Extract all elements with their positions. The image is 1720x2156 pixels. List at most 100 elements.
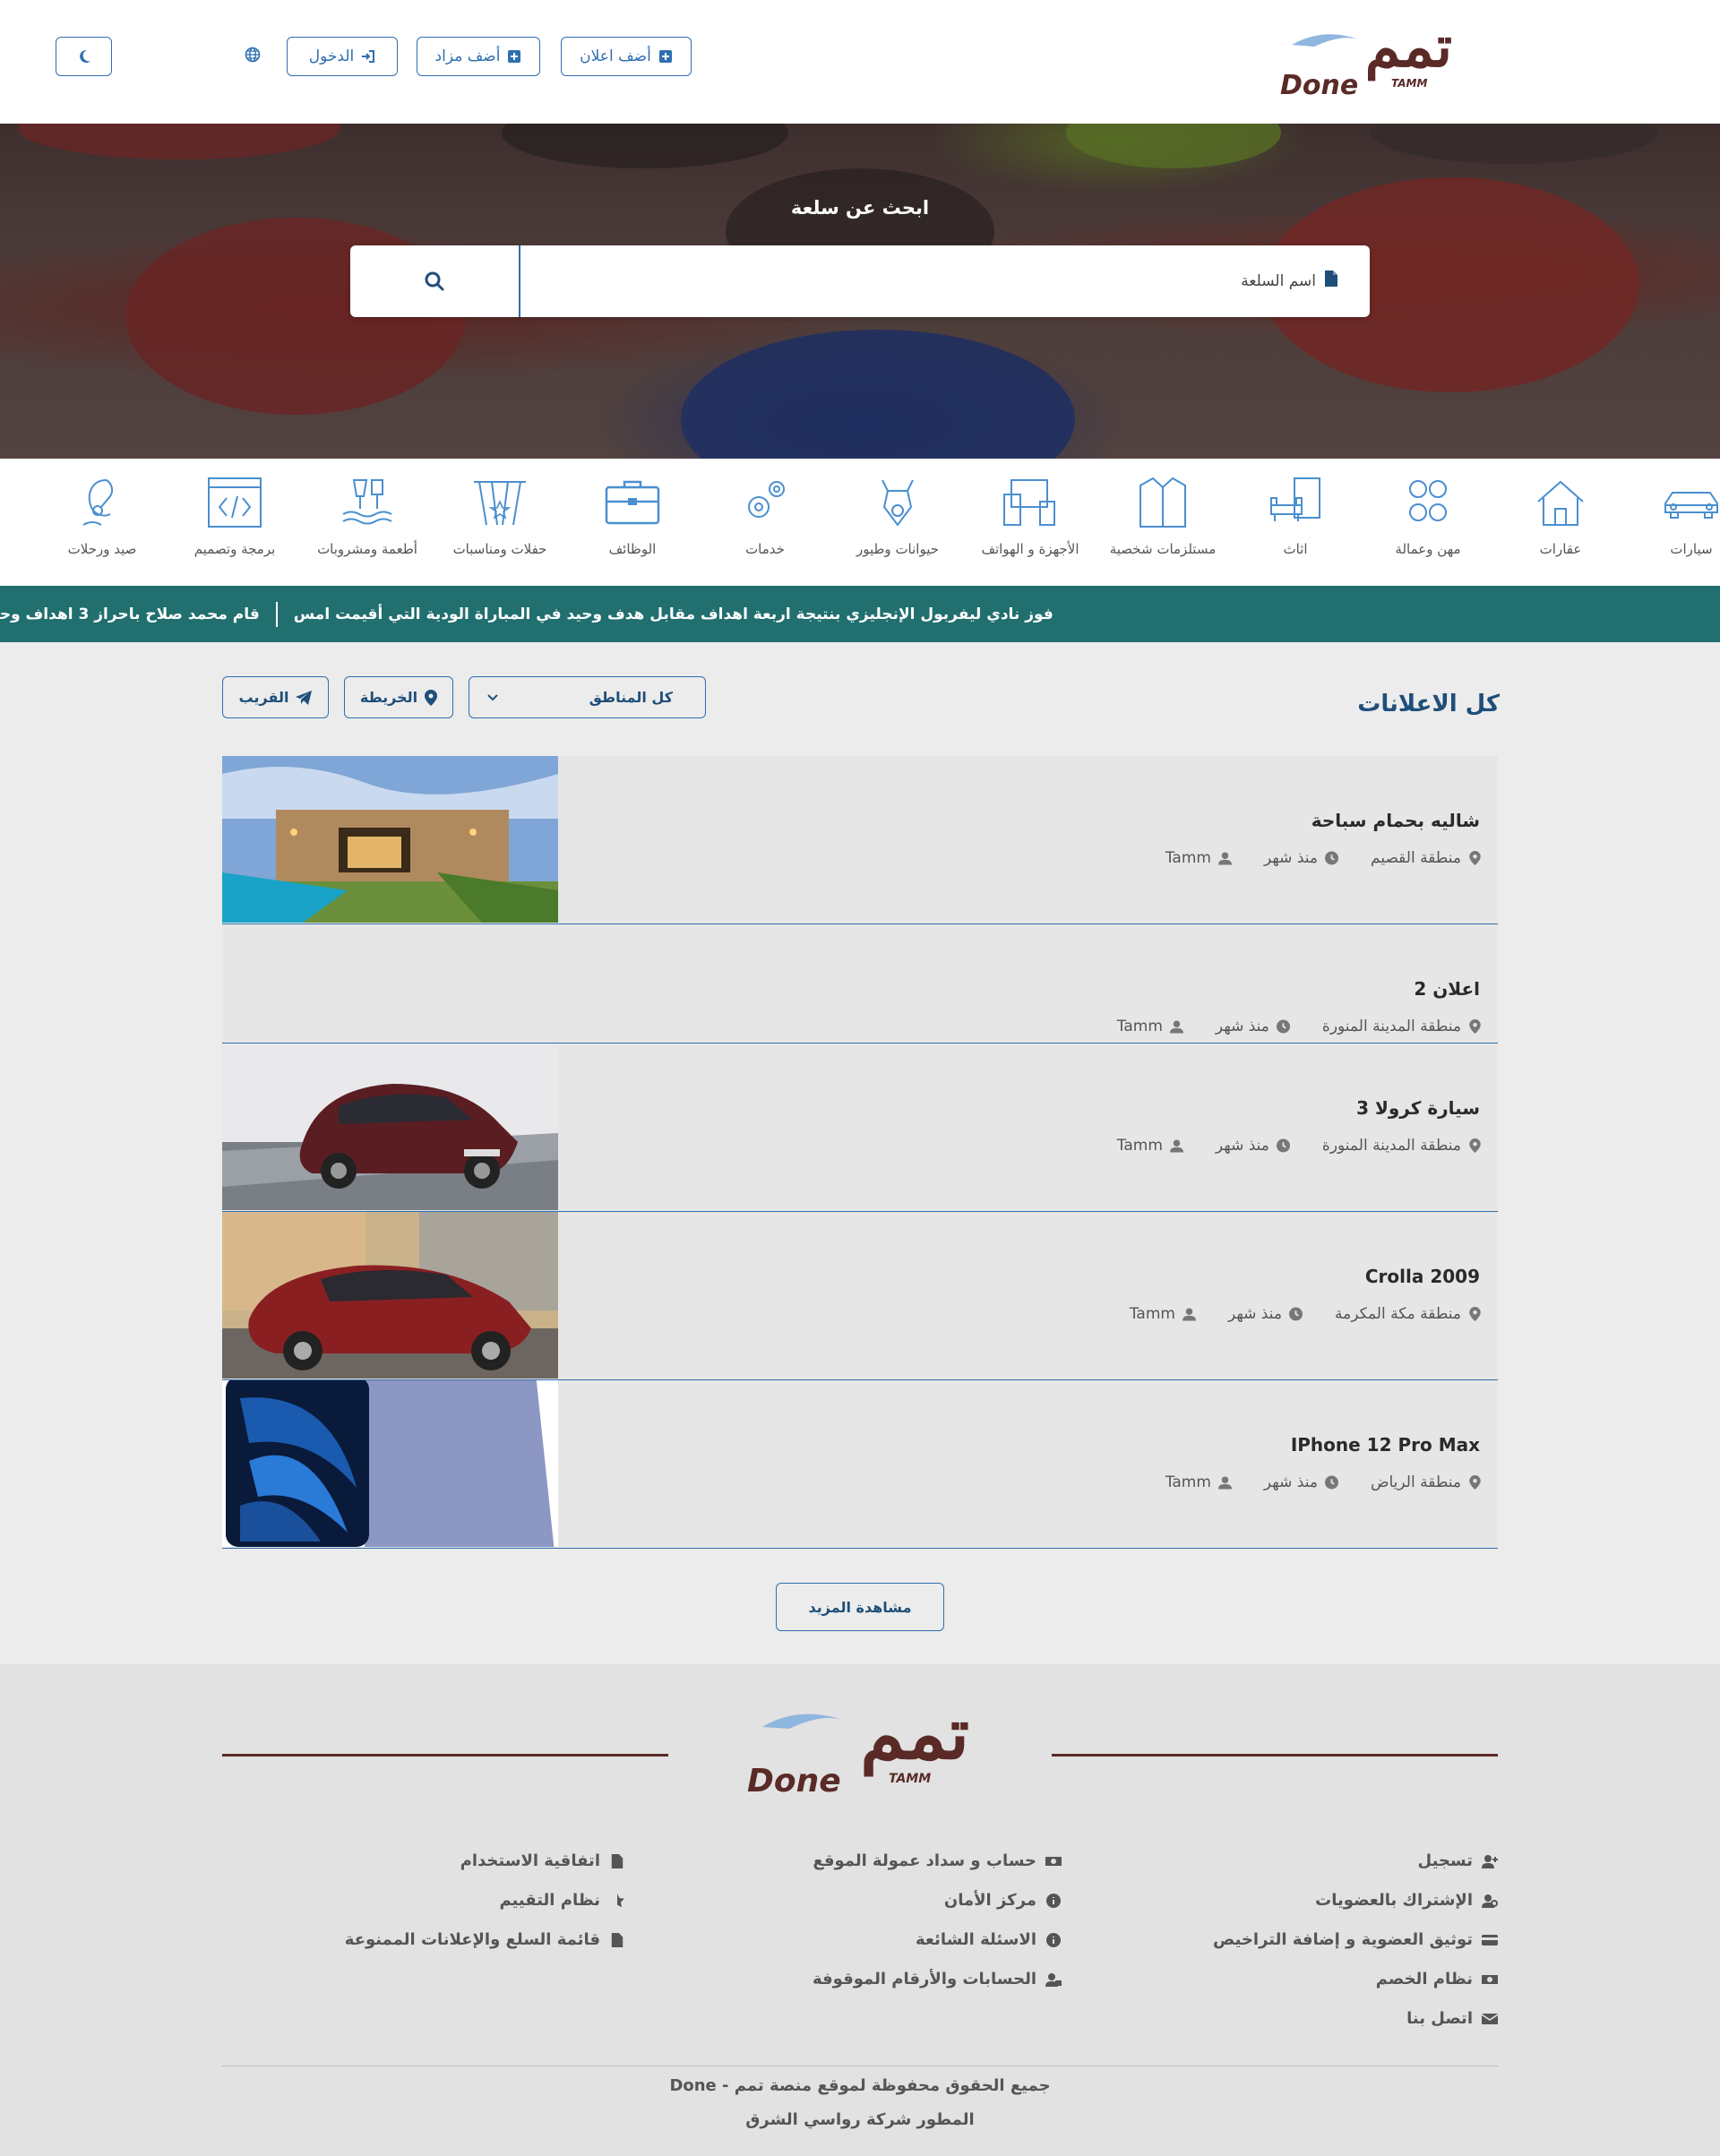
ticker-item[interactable]: فوز نادي ليفربول الإنجليزي بنتيجة اربعة … [294, 606, 1054, 623]
footer-link-label: اتفاقية الاستخدام [460, 1851, 600, 1870]
region-select-value: كل المناطق [589, 689, 673, 706]
plus-square-icon [508, 50, 521, 63]
listing-title[interactable]: اعلان 2 [1414, 978, 1480, 1000]
footer-link-safety[interactable]: مركز الأمان [944, 1891, 1062, 1910]
logo-sub: TAMM [1391, 77, 1428, 90]
listing-user: Tamm [1165, 1473, 1232, 1491]
footer-link-memberships[interactable]: الإشتراك بالعضويات [1315, 1891, 1498, 1910]
nearby-button[interactable]: القريب [222, 676, 329, 718]
footer-link-rating[interactable]: نظام التقييم [499, 1891, 625, 1910]
listing-title[interactable]: IPhone 12 Pro Max [1291, 1434, 1480, 1456]
party-icon [474, 481, 526, 526]
listing-time: منذ شهر [1264, 849, 1338, 867]
category-parties[interactable]: حفلات ومناسبات [437, 475, 563, 557]
clock-icon [1276, 1019, 1290, 1034]
footer-link-discount[interactable]: نظام الخصم [1376, 1970, 1498, 1989]
add-auction-button[interactable]: أضف مزاد [417, 37, 540, 76]
category-workers[interactable]: مهن وعمالة [1365, 475, 1491, 557]
listing-thumbnail[interactable] [222, 1044, 558, 1210]
footer-link-label: الاسئلة الشائعة [916, 1930, 1036, 1949]
region-select[interactable]: كل المناطق [469, 676, 706, 718]
footer-link-prohibited[interactable]: قائمة السلع والإعلانات الممنوعة [345, 1930, 625, 1949]
ticker-item[interactable]: قام محمد صلاح باحراز 3 اهداف وحد [0, 606, 260, 623]
shirt-icon [1140, 477, 1186, 528]
clock-icon [1324, 1475, 1338, 1490]
code-icon [208, 477, 262, 528]
listing-card[interactable]: IPhone 12 Pro Max منطقة الرياض منذ شهر T… [222, 1380, 1498, 1549]
category-devices[interactable]: الأجهزة و الهواتف [968, 475, 1093, 557]
animals-icon [882, 479, 914, 527]
listing-meta: منطقة القصيم منذ شهر Tamm [1165, 849, 1482, 867]
listing-card[interactable]: سيارة كرولا 3 منطقة المدينة المنورة منذ … [222, 1044, 1498, 1212]
category-label: مستلزمات شخصية [1109, 541, 1217, 557]
category-food[interactable]: أطعمة ومشروبات [305, 475, 430, 557]
listing-title[interactable]: شاليه بحمام سباحة [1312, 810, 1480, 831]
footer-link-commission[interactable]: حساب و سداد عمولة الموقع [813, 1851, 1062, 1870]
listing-region: منطقة القصيم [1371, 849, 1482, 867]
category-programming[interactable]: برمجة وتصميم [172, 475, 297, 557]
category-jobs[interactable]: الوظائف [570, 475, 695, 557]
footer-link-faq[interactable]: الاسئلة الشائعة [916, 1930, 1062, 1949]
listing-card[interactable]: Crolla 2009 منطقة مكة المكرمة منذ شهر Ta… [222, 1212, 1498, 1380]
site-logo[interactable]: تمم Done TAMM [1277, 16, 1465, 106]
clock-icon [1325, 851, 1338, 865]
listing-card[interactable]: اعلان 2 منطقة المدينة المنورة منذ شهر Ta… [222, 924, 1498, 1044]
category-services[interactable]: خدمات [702, 475, 828, 557]
listing-title[interactable]: Crolla 2009 [1365, 1266, 1480, 1287]
category-cars[interactable]: سيارات [1629, 475, 1720, 557]
user-plus-icon [1482, 1854, 1498, 1868]
category-real-estate[interactable]: عقارات [1498, 475, 1623, 557]
listing-region: منطقة المدينة المنورة [1322, 1018, 1482, 1035]
car-photo [222, 1212, 558, 1379]
footer-link-terms[interactable]: اتفاقية الاستخدام [460, 1851, 625, 1870]
footer-link-label: نظام الخصم [1375, 1970, 1473, 1989]
map-pin-icon [1469, 1475, 1481, 1490]
search-input[interactable] [519, 245, 1370, 317]
footer-logo[interactable]: تمم Done TAMM [745, 1695, 978, 1802]
footer-link-label: توثيق العضوية و إضافة التراخيص [1213, 1930, 1473, 1949]
listing-card[interactable]: شاليه بحمام سباحة منطقة القصيم منذ شهر T… [222, 756, 1498, 924]
footer-link-label: الحسابات والأرقام الموقوفة [812, 1970, 1036, 1989]
fishing-icon [82, 479, 114, 526]
view-more-button[interactable]: مشاهدة المزيد [776, 1583, 944, 1631]
add-ad-button[interactable]: أضف اعلان [561, 37, 692, 76]
login-button[interactable]: الدخول [287, 37, 398, 76]
devices-icon [1003, 479, 1055, 526]
listing-time: منذ شهر [1216, 1137, 1290, 1155]
listing-thumbnail[interactable] [222, 1380, 558, 1547]
dark-mode-toggle[interactable] [56, 37, 112, 76]
category-fishing[interactable]: صيد ورحلات [39, 475, 165, 557]
category-furniture[interactable]: اثاث [1233, 475, 1358, 557]
footer-link-suspended[interactable]: الحسابات والأرقام الموقوفة [813, 1970, 1062, 1989]
category-personal[interactable]: مستلزمات شخصية [1100, 475, 1226, 557]
map-button[interactable]: الخريطة [344, 676, 453, 718]
paper-plane-icon [296, 690, 313, 705]
globe-icon[interactable] [245, 47, 261, 63]
map-pin-icon [1469, 851, 1481, 865]
listing-region-text: منطقة مكة المكرمة [1334, 1305, 1461, 1323]
footer-link-verification[interactable]: توثيق العضوية و إضافة التراخيص [1213, 1930, 1498, 1949]
listing-title[interactable]: سيارة كرولا 3 [1356, 1097, 1480, 1119]
search-button[interactable] [350, 245, 519, 317]
add-ad-label: أضف اعلان [580, 47, 651, 65]
ticker-separator [275, 601, 278, 627]
star-half-icon [617, 1893, 624, 1907]
file-icon [611, 1932, 624, 1947]
user-cog-icon [1482, 1894, 1498, 1908]
listing-thumbnail[interactable] [222, 1212, 558, 1379]
listing-thumbnail[interactable] [222, 756, 558, 923]
footer-link-register[interactable]: تسجيل [1418, 1851, 1498, 1870]
listing-meta: منطقة مكة المكرمة منذ شهر Tamm [1130, 1305, 1482, 1323]
chalet-photo [222, 756, 558, 923]
listing-time: منذ شهر [1264, 1473, 1338, 1491]
user-icon [1169, 1020, 1183, 1034]
section-title: كل الاعلانات [1357, 691, 1500, 717]
footer-link-contact[interactable]: اتصل بنا [1406, 2009, 1498, 2028]
listing-time-text: منذ شهر [1227, 1305, 1282, 1323]
categories-bar: سيارات عقارات مهن وعمالة اثاث مستلزمات ش… [0, 459, 1720, 586]
briefcase-icon [605, 480, 660, 525]
listing-user-text: Tamm [1129, 1305, 1175, 1323]
car-photo [222, 1044, 558, 1210]
envelope-icon [1482, 2013, 1498, 2024]
category-animals[interactable]: حيوانات وطيور [835, 475, 960, 557]
